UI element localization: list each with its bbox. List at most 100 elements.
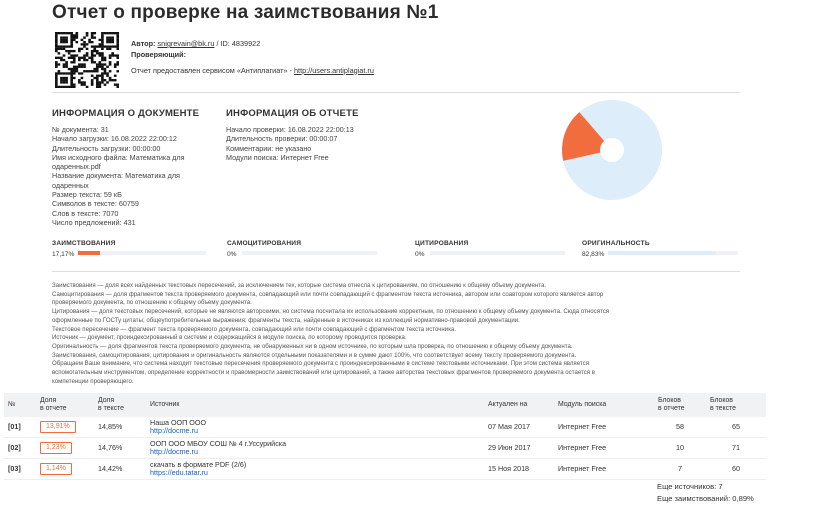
doc-info-line: одаренных [52,180,89,190]
legend-line: компетенции проверяющего. [52,377,134,385]
report-info-list: Начало проверки: 16.08.2022 22:00:13 Дли… [226,125,396,162]
report-meta: Автор: snigrevain@bk.ru / ID: 4839922 Пр… [131,39,374,76]
doc-info-line: Имя исходного файла: Математика для [52,152,185,162]
col-header-num: № [8,401,16,408]
search-module: Интернет Free [558,421,607,431]
legend-line: Источник — документ, проиндексированный … [52,334,407,342]
stat-bar [242,251,377,255]
col-header-source: Источник [150,401,180,408]
table-header-row: № Доля в отчете Доля в тексте Источник А… [4,393,766,417]
doc-info-line: Число предложений: 431 [52,217,136,227]
provider-text: Отчет предоставлен сервисом «Антиплагиат… [131,65,292,75]
source-title: ООП ООО МБОУ СОШ № 4 г.Уссурийска [150,438,287,448]
legend-line: оформленные по ГОСТу цитаты; общеупотреб… [52,316,520,324]
col-header-share-text: Доля в тексте [98,397,124,412]
stat-label: ОРИГИНАЛЬНОСТЬ [582,240,650,247]
pie-center-hole [600,138,624,162]
legend-line: Заимствования, самоцитирования, цитирова… [52,351,577,359]
originality-pie-chart [562,100,662,200]
author-label: Автор: [131,39,156,48]
stat-value: 0% [227,251,237,258]
search-module: Интернет Free [558,463,607,473]
more-sources: Еще источников: 7 [657,482,723,491]
source-cell: скачать в формате PDF (2/6) https://edu.t… [146,459,484,480]
more-borrow-value: 0,89% [732,494,754,503]
col-header-blocks-text: Блоков в тексте [710,397,736,412]
blocks-text: 60 [732,463,740,473]
report-info-line: Начало проверки: 16.08.2022 22:00:13 [226,125,354,134]
report-title: Отчет о проверке на заимствования №1 [52,2,439,23]
stat-selfcite: САМОЦИТИРОВАНИЯ 0% [227,240,377,258]
source-cell: Наша ООП ООО http://docme.ru [146,417,484,438]
more-borrow-label: Еще заимствований: [657,494,731,503]
share-text: 14,85% [98,421,123,431]
stat-bar-fill [608,251,716,255]
legend-line: Цитирования — доля текстовых пересечений… [52,308,610,316]
report-info-line: Комментарии: не указано [226,143,312,153]
report-info-title: ИНФОРМАЦИЯ ОБ ОТЧЕТЕ [226,108,359,119]
blocks-report: 10 [676,442,684,452]
divider [52,271,740,272]
actual-date: 07 Мая 2017 [488,421,530,431]
share-report-badge: 1,14% [40,462,72,476]
blocks-report: 58 [676,421,684,431]
blocks-text: 65 [732,421,740,431]
sources-table: № Доля в отчете Доля в тексте Источник А… [4,393,766,480]
col-header-blocks-report: Блоков в отчете [658,397,685,412]
row-num: [03] [8,463,21,473]
legend-line: Оригинальность — доля фрагментов текста … [52,342,573,350]
legend-line: Обращаем Ваше внимание, что система нахо… [52,360,589,368]
col-header-share-report: Доля в отчете [40,397,67,412]
stat-originality: ОРИГИНАЛЬНОСТЬ 82,83% [582,240,738,258]
report-info-line: Модули поиска: Интернет Free [226,152,329,162]
stat-bar [78,251,206,255]
doc-info-line: Название документа: Математика для [52,171,180,181]
legend-line: Текстовое пересечение — фрагмент текста … [52,325,457,333]
col-header-actual: Актуален на [488,401,528,408]
provider-link[interactable]: http://users.antiplagiat.ru [294,66,374,75]
blocks-report: 7 [678,463,682,473]
doc-info-line: Длительность загрузки: 00:00:00 [52,143,161,153]
stat-bar [608,251,738,255]
stat-label: ЦИТИРОВАНИЯ [415,240,469,247]
stat-value: 17,17% [52,251,75,258]
doc-info-line: Начало загрузки: 16.08.2022 22:00:12 [52,134,177,144]
share-text: 14,76% [98,442,123,452]
row-num: [01] [8,421,21,431]
doc-info-title: ИНФОРМАЦИЯ О ДОКУМЕНТЕ [52,108,200,119]
share-report-badge: 13,91% [40,420,76,434]
search-module: Интернет Free [558,442,607,452]
source-link[interactable]: https://edu.tatar.ru [150,468,480,478]
table-row[interactable]: [01] 13,91% 14,85% Наша ООП ООО http://do… [4,417,766,438]
stat-cite: ЦИТИРОВАНИЯ 0% [415,240,565,258]
actual-date: 15 Ноя 2018 [488,463,530,473]
source-link[interactable]: http://docme.ru [150,447,480,457]
more-borrow: Еще заимствований: 0,89% [657,494,754,503]
table-row[interactable]: [02] 1,23% 14,76% ООП ООО МБОУ СОШ № 4 г… [4,438,766,459]
stat-borrow: ЗАИМСТВОВАНИЯ 17,17% [52,240,206,258]
doc-info-line: Слов в тексте: 7070 [52,208,119,218]
stat-value: 82,83% [582,251,605,258]
more-sources-label: Еще источников: [657,482,717,491]
definitions-legend: Заимствования — доля всех найденных текс… [52,282,742,386]
share-text: 14,42% [98,463,123,473]
qr-code-icon [55,32,119,88]
source-title: Наша ООП ООО [150,417,207,427]
author-email-link[interactable]: snigrevain@bk.ru [158,39,215,48]
share-report-badge: 1,23% [40,441,72,455]
doc-info-line: одаренных.pdf [52,162,101,172]
checker-label: Проверяющий: [131,49,187,59]
col-header-module: Модуль поиска [558,401,607,408]
doc-info-line: № документа: 31 [52,125,109,134]
stat-bar-fill [78,251,100,255]
author-id: / ID: 4839922 [216,39,261,48]
doc-info-line: Размер текста: 59 кБ [52,190,122,200]
stat-label: ЗАИМСТВОВАНИЯ [52,240,116,247]
divider [52,92,740,93]
row-num: [02] [8,442,21,452]
legend-line: вспомогательным инструментом, определени… [52,369,596,377]
source-link[interactable]: http://docme.ru [150,426,480,436]
stat-bar [430,251,565,255]
table-row[interactable]: [03] 1,14% 14,42% скачать в формате PDF … [4,459,766,480]
report-info-line: Длительность проверки: 00:00:07 [226,134,338,144]
